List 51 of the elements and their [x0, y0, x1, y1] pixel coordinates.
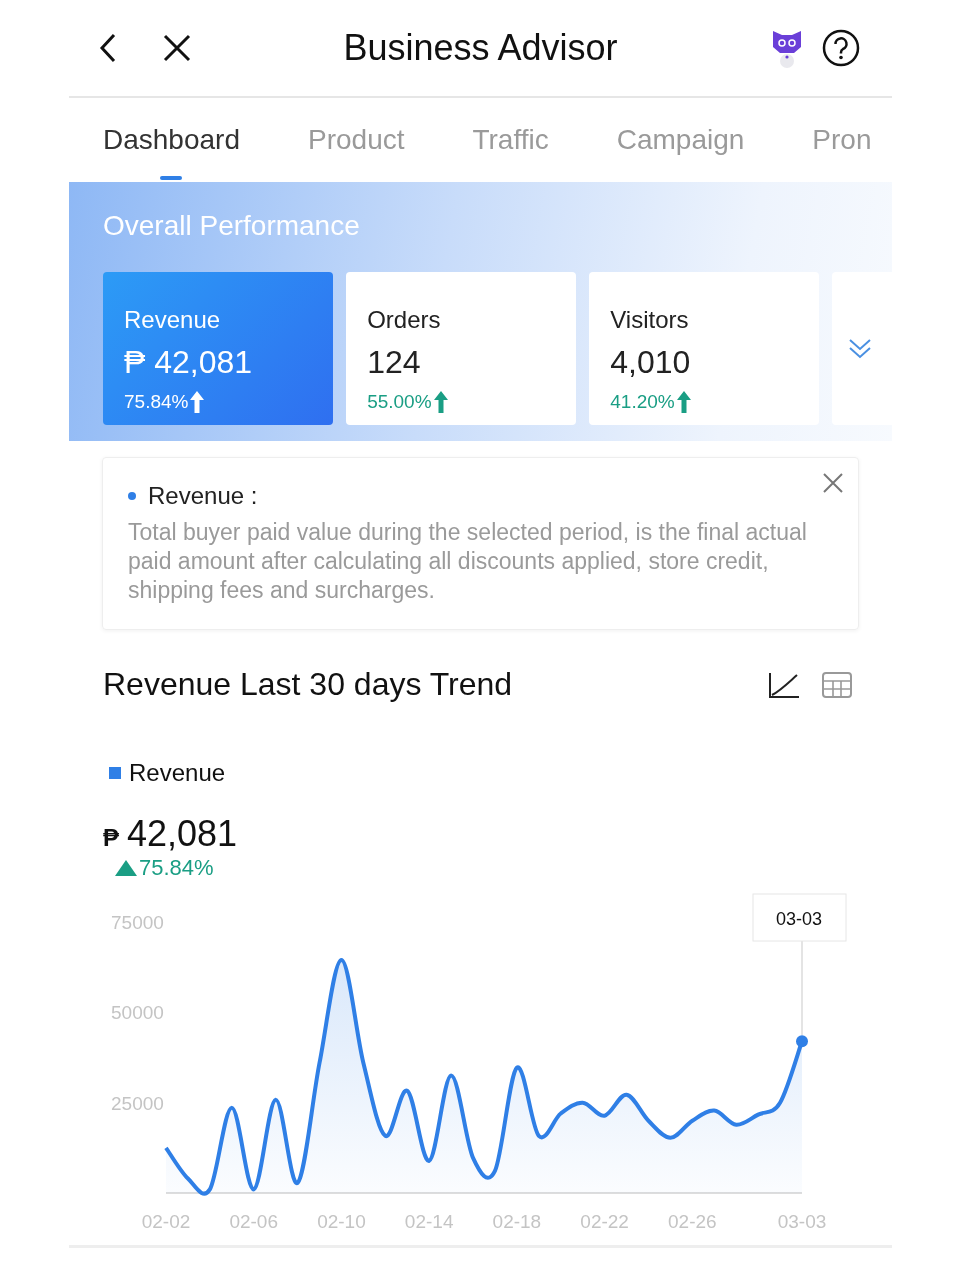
- x-axis-label: 03-03: [777, 1211, 827, 1232]
- legend-swatch: [109, 767, 121, 779]
- double-chevron-down-icon[interactable]: [848, 337, 873, 360]
- tab[interactable]: Pron: [812, 98, 872, 182]
- x-axis-label: 02-26: [668, 1211, 717, 1232]
- tab[interactable]: Product: [308, 98, 405, 182]
- chart-title: Revenue Last 30 days Trend: [103, 666, 513, 703]
- tab[interactable]: Campaign: [616, 98, 745, 182]
- metric-card[interactable]: Revenue ₱ 42,081 75.84%: [103, 272, 334, 425]
- metric-label: Revenue: [124, 306, 222, 334]
- metric-value: 124: [367, 344, 422, 381]
- line-chart-button[interactable]: [768, 670, 800, 699]
- info-term: Revenue :: [148, 482, 258, 510]
- total-change: 75.84%: [139, 855, 214, 881]
- y-axis-label: 50000: [111, 1002, 164, 1024]
- x-axis-label: 02-22: [580, 1211, 629, 1232]
- metric-card[interactable]: Visitors 4,010 41.20%: [589, 272, 820, 425]
- total-value: 42,081: [127, 813, 238, 855]
- up-arrow-icon: [676, 391, 691, 413]
- metric-label: Visitors: [610, 306, 690, 334]
- page-title: Business Advisor: [343, 27, 618, 68]
- legend-label: Revenue: [129, 759, 226, 787]
- currency-symbol: ₱: [103, 824, 119, 852]
- up-arrow-icon: [190, 391, 205, 413]
- x-axis-label: 02-18: [492, 1211, 542, 1232]
- y-axis-label: 25000: [111, 1092, 164, 1114]
- x-axis-label: 02-10: [317, 1211, 366, 1232]
- back-button[interactable]: [99, 33, 117, 63]
- metric-change: 55.00%: [367, 391, 432, 413]
- metric-card[interactable]: Orders 124 55.00%: [346, 272, 577, 425]
- data-point: [796, 1035, 808, 1048]
- up-arrow-icon: [433, 391, 448, 413]
- close-button[interactable]: [163, 34, 191, 62]
- up-triangle-icon: [115, 860, 137, 876]
- metric-value: 4,010: [610, 344, 692, 381]
- section-title: Overall Performance: [103, 210, 361, 242]
- help-button[interactable]: [822, 29, 860, 67]
- bullet-dot: [128, 492, 136, 500]
- info-description: Total buyer paid value during the selected period, is the final actual paid amount after calculating all discounts applied, store credit, shipping fees and surcharges.: [128, 518, 808, 605]
- metric-value: ₱ 42,081: [124, 344, 254, 381]
- x-axis-label: 02-14: [404, 1211, 454, 1232]
- tooltip: 03-03: [752, 893, 847, 942]
- metric-label: Orders: [367, 306, 442, 334]
- tab[interactable]: Traffic: [472, 98, 549, 182]
- metric-change: 75.84%: [124, 391, 189, 413]
- tab[interactable]: Dashboard: [103, 98, 240, 182]
- y-axis-label: 75000: [111, 912, 164, 933]
- metric-change: 41.20%: [610, 391, 675, 413]
- table-view-button[interactable]: [822, 671, 852, 698]
- x-axis-label: 02-02: [141, 1211, 191, 1232]
- x-axis-label: 02-06: [229, 1211, 279, 1232]
